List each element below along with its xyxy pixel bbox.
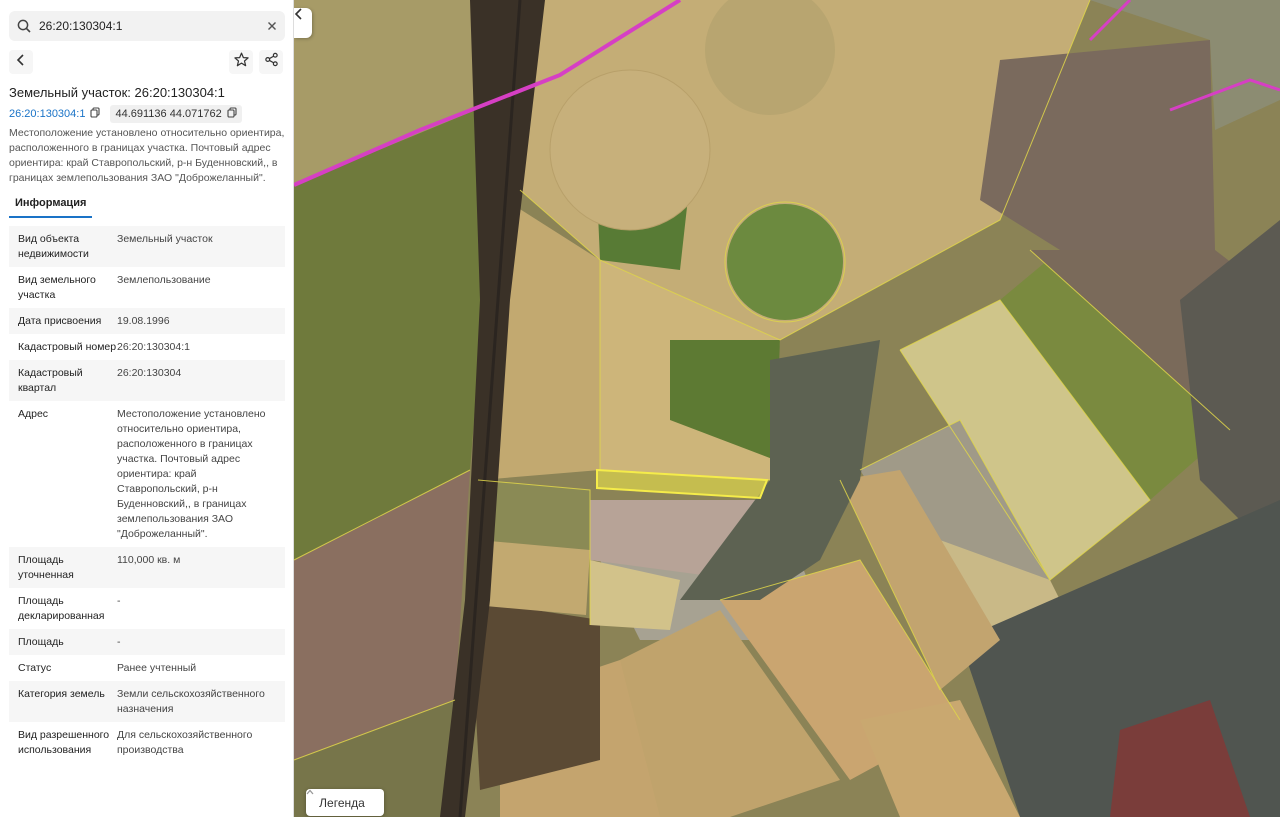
info-row: Кадастровый квартал 26:20:130304 <box>9 360 285 401</box>
info-row: Кадастровый номер 26:20:130304:1 <box>9 334 285 360</box>
cadastral-number-chip[interactable]: 26:20:130304:1 <box>9 105 104 123</box>
forest <box>470 600 600 790</box>
tab-bar: Информация <box>9 193 93 218</box>
search-icon[interactable] <box>9 19 39 33</box>
info-label: Статус <box>18 662 52 674</box>
location-description: Местоположение установлено относительно … <box>9 127 285 184</box>
cadastral-number-link[interactable]: 26:20:130304:1 <box>9 108 85 120</box>
identifier-chips: 26:20:130304:1 44.691136 44.071762 <box>9 105 242 123</box>
pivot-circle <box>549 69 711 231</box>
info-value: Землепользование <box>117 274 211 286</box>
info-label: Кадастровый номер <box>18 341 117 353</box>
info-label: Вид разрешенного использования <box>18 729 110 756</box>
pivot-circle <box>727 204 843 320</box>
info-label: Площадь уточненная <box>18 554 74 581</box>
info-row: Вид разрешенного использования Для сельск… <box>9 722 285 763</box>
coordinates-text: 44.691136 44.071762 <box>115 108 222 120</box>
info-table: Вид объекта недвижимости Земельный участо… <box>9 226 285 763</box>
info-row: Статус Ранее учтенный <box>9 655 285 681</box>
info-label: Площадь <box>18 636 64 648</box>
info-value: - <box>117 636 121 648</box>
info-row: Вид земельного участка Землепользование <box>9 267 285 308</box>
star-icon <box>233 52 249 72</box>
info-value: - <box>117 595 121 607</box>
info-value: Местоположение установлено относительно … <box>117 408 266 540</box>
copy-icon[interactable] <box>227 107 237 121</box>
favorite-button[interactable] <box>229 50 253 74</box>
legend-button[interactable]: Легенда <box>306 789 384 816</box>
info-label: Дата присвоения <box>18 315 102 327</box>
info-value: Земли сельскохозяйственного назначения <box>117 688 265 715</box>
info-label: Вид объекта недвижимости <box>18 233 89 260</box>
close-icon[interactable] <box>259 21 285 31</box>
arrow-left-icon <box>16 53 26 71</box>
search-input[interactable] <box>39 11 259 41</box>
collapse-panel-button[interactable] <box>294 8 312 38</box>
side-panel: Земельный участок: 26:20:130304:1 26:20:… <box>0 0 294 817</box>
info-row: Площадь уточненная 110,000 кв. м <box>9 547 285 588</box>
info-value: 26:20:130304:1 <box>117 341 190 353</box>
info-value: Для сельскохозяйственного производства <box>117 729 253 756</box>
panel-toolbar <box>9 50 285 74</box>
info-row: Площадь - <box>9 629 285 655</box>
info-row: Площадь декларированная - <box>9 588 285 629</box>
page-title: Земельный участок: 26:20:130304:1 <box>9 85 225 100</box>
info-label: Адрес <box>18 408 49 420</box>
info-value: 19.08.1996 <box>117 315 170 327</box>
info-row: Вид объекта недвижимости Земельный участо… <box>9 226 285 267</box>
copy-icon[interactable] <box>90 107 101 121</box>
info-value: Земельный участок <box>117 233 213 245</box>
search-box <box>9 11 285 41</box>
back-button[interactable] <box>9 50 33 74</box>
info-label: Кадастровый квартал <box>18 367 83 394</box>
info-value: 26:20:130304 <box>117 367 182 379</box>
share-icon <box>264 52 279 72</box>
coordinates-chip[interactable]: 44.691136 44.071762 <box>110 105 242 123</box>
info-value: 110,000 кв. м <box>117 554 181 566</box>
info-label: Площадь декларированная <box>18 595 105 622</box>
info-label: Категория земель <box>18 688 105 700</box>
info-row: Категория земель Земли сельскохозяйственн… <box>9 681 285 722</box>
info-value: Ранее учтенный <box>117 662 197 674</box>
info-row: Адрес Местоположение установлено относите… <box>9 401 285 547</box>
share-button[interactable] <box>259 50 283 74</box>
tab-information[interactable]: Информация <box>9 195 93 218</box>
legend-label: Легенда <box>319 795 365 810</box>
info-label: Вид земельного участка <box>18 274 96 301</box>
village <box>980 40 1215 250</box>
info-row: Дата присвоения 19.08.1996 <box>9 308 285 334</box>
